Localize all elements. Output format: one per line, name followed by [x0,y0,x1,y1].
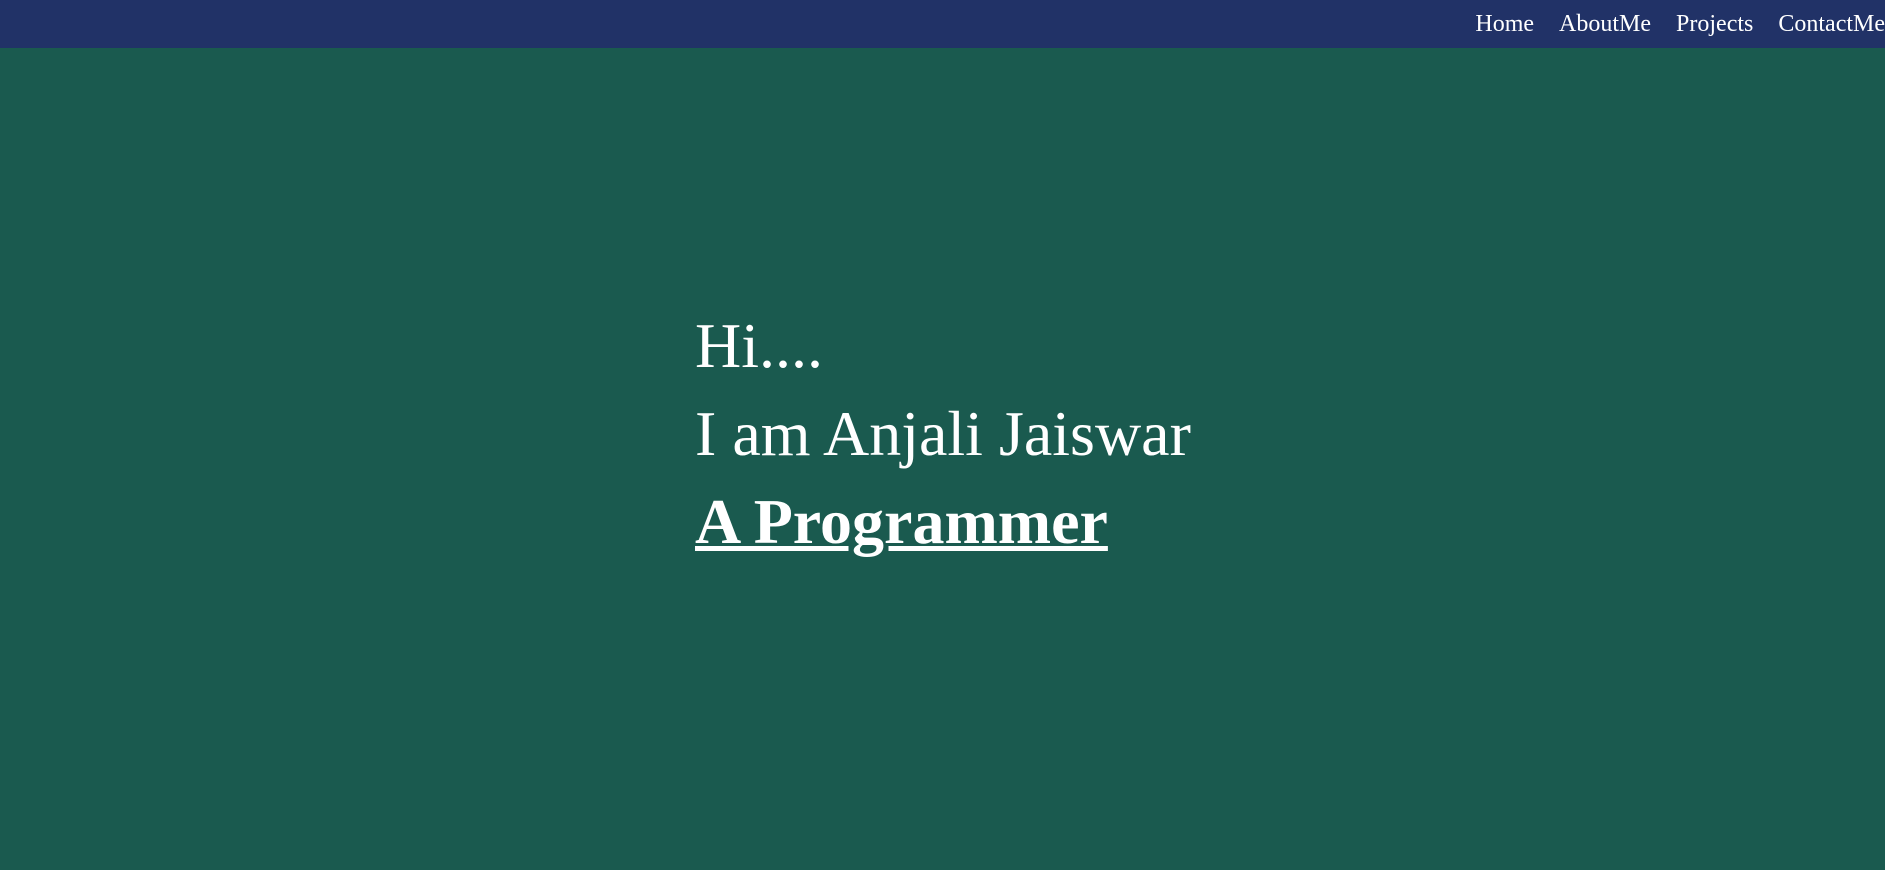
hero-intro: I am Anjali Jaiswar [695,398,1191,469]
top-navbar: Home AboutMe Projects ContactMe [0,0,1885,48]
main-nav: Home AboutMe Projects ContactMe [1475,0,1885,48]
nav-link-home[interactable]: Home [1475,12,1534,36]
nav-link-aboutme[interactable]: AboutMe [1559,12,1651,36]
nav-link-contactme[interactable]: ContactMe [1778,12,1885,36]
hero-role: A Programmer [695,486,1108,557]
nav-link-projects[interactable]: Projects [1676,12,1753,36]
hero-text-block: Hi.... I am Anjali Jaiswar A Programmer [695,302,1191,566]
hero-greeting: Hi.... [695,310,823,381]
